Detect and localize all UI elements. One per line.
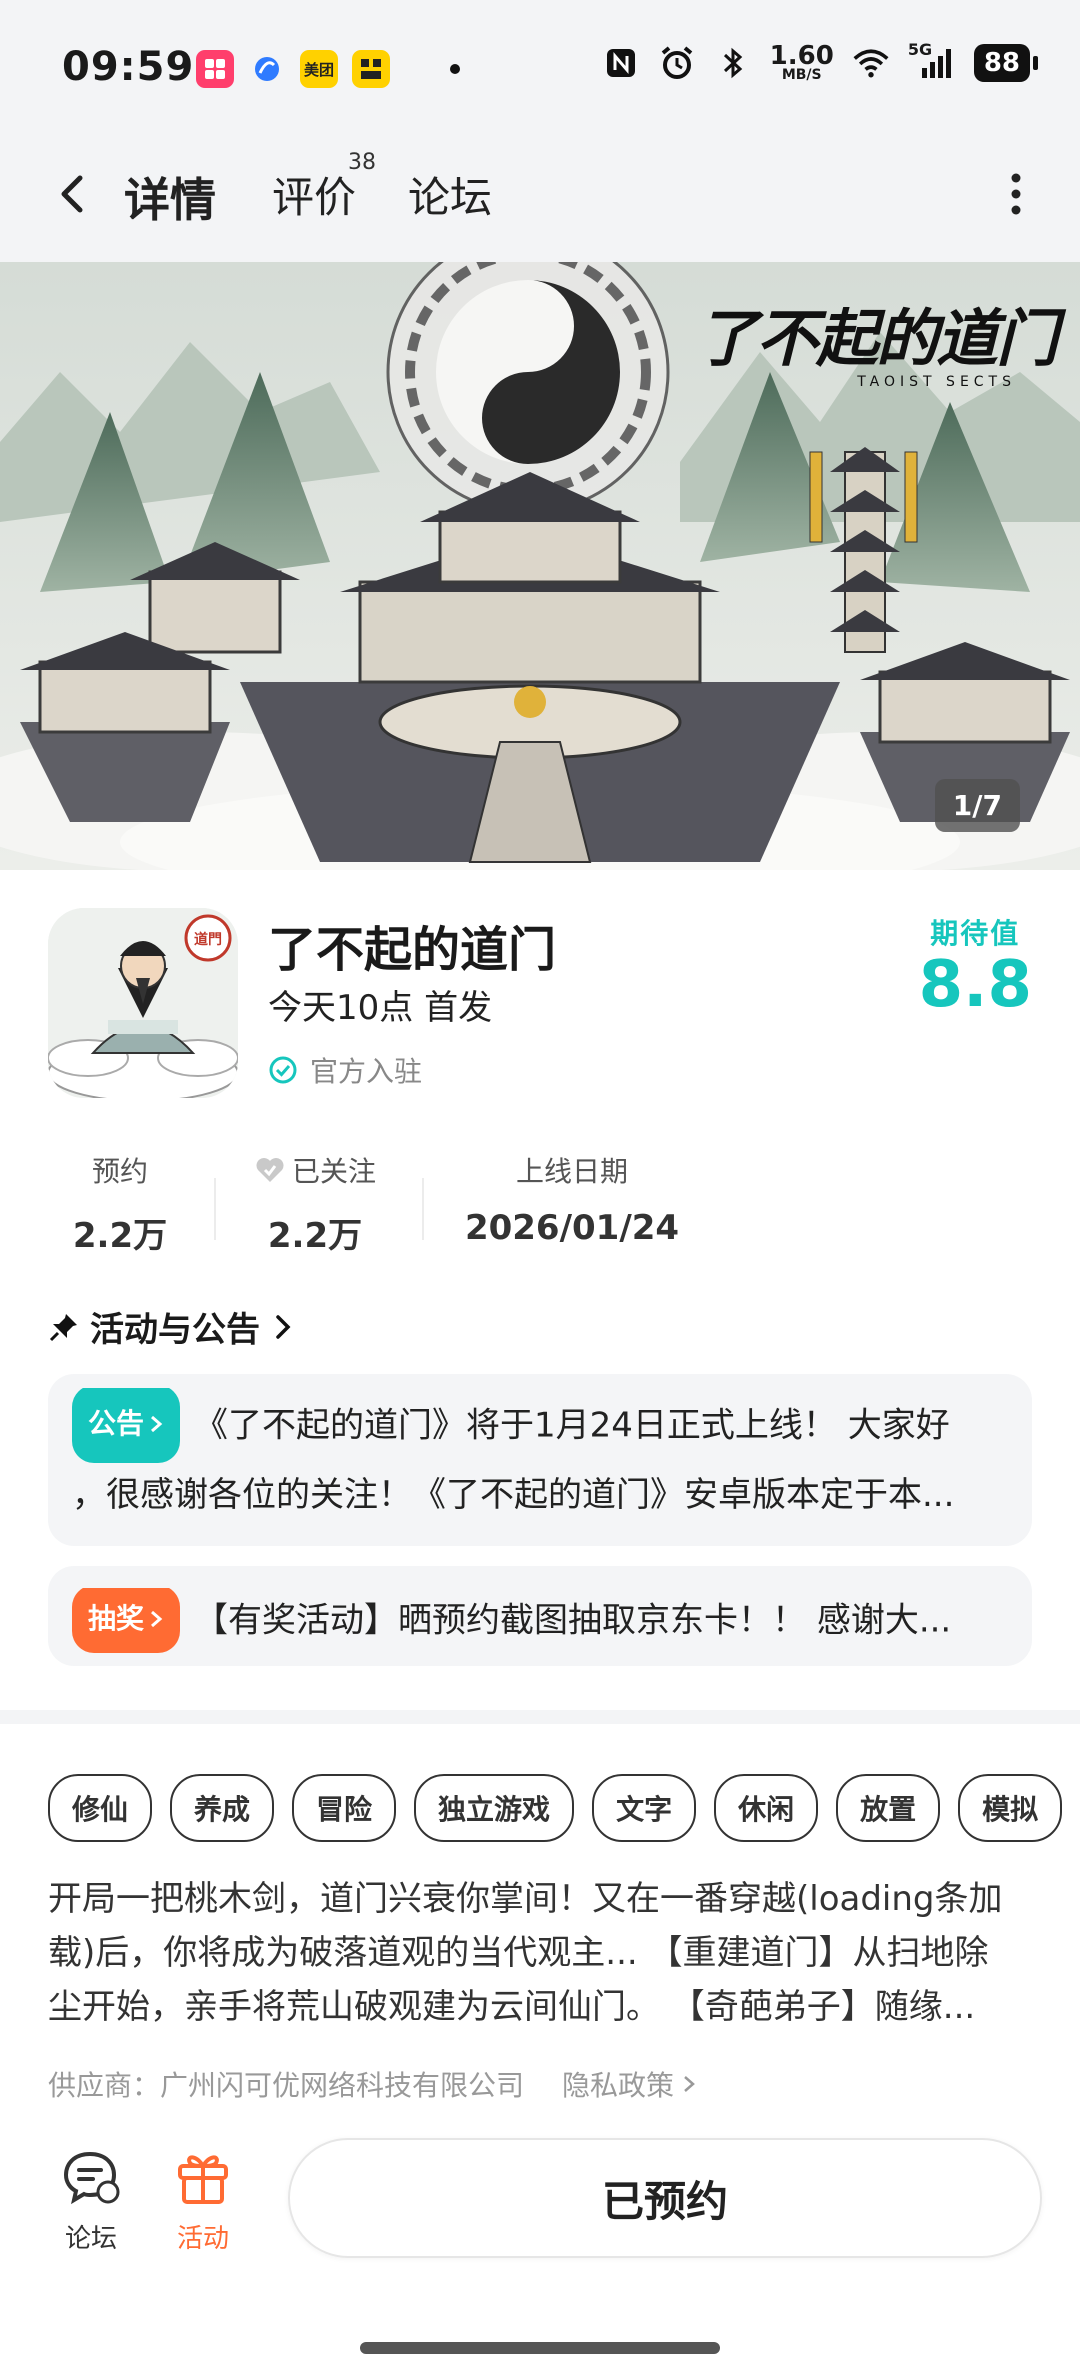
battery-indicator: 88 (973, 44, 1039, 82)
section-separator (0, 1710, 1080, 1724)
banner-game-logo: 了不起的道门 TAOIST SECTS (695, 302, 1058, 390)
status-indicators: 1.60 MB/S 5G 88 (602, 40, 1039, 83)
followed-heart-check-icon (256, 1158, 284, 1182)
game-banner-carousel[interactable]: 了不起的道门 TAOIST SECTS 1/7 (0, 262, 1080, 870)
lottery-card[interactable]: 抽奖 【有奖活动】晒预约截图抽取京东卡！！ 感谢大... (48, 1566, 1032, 1666)
chevron-right-icon (276, 1314, 291, 1339)
game-icon: 道門 (48, 908, 238, 1098)
tag-xiuxian[interactable]: 修仙 (48, 1774, 153, 1842)
reserved-button[interactable]: 已预约 (288, 2138, 1042, 2258)
tab-reviews[interactable]: 评价 38 (272, 150, 376, 225)
expectation-score: 期待值 8.8 (918, 917, 1032, 1022)
alarm-icon (658, 44, 696, 82)
chevron-right-icon (684, 2076, 695, 2092)
back-button[interactable] (46, 164, 106, 224)
back-arrow-icon (61, 175, 83, 213)
gift-icon (178, 2155, 228, 2204)
network-speed: 1.60 MB/S (769, 41, 834, 83)
announcement-text-line1: 《了不起的道门》将于1月24日正式上线！ 大家好 (194, 1405, 950, 1446)
announcement-card[interactable]: 公告 《了不起的道门》将于1月24日正式上线！ 大家好 ，很感谢各位的关注！《了… (48, 1374, 1032, 1546)
meituan-notification-icon: 美团 (300, 50, 338, 88)
status-bar: 09:59 美团 1.60 MB/S 5G 88 (0, 0, 1080, 140)
announcement-text-line2: ，很感谢各位的关注！《了不起的道门》安卓版本定于本... (72, 1475, 955, 1515)
supplier-text: 供应商：广州闪可优网络科技有限公司 (48, 2069, 525, 2102)
announcement-tag: 公告 (72, 1388, 181, 1463)
chevron-right-icon (151, 1415, 163, 1433)
wifi-icon (852, 44, 890, 82)
tab-details[interactable]: 详情 (120, 164, 220, 230)
game-description[interactable]: 开局一把桃木剑，道门兴衰你掌间！又在一番穿越(loading条加 载)后，你将成… (48, 1872, 1040, 2034)
lottery-text: 【有奖活动】晒预约截图抽取京东卡！！ 感谢大... (194, 1600, 952, 1641)
tag-adventure[interactable]: 冒险 (292, 1774, 397, 1842)
bluetooth-icon (714, 44, 752, 82)
stat-launch-date: 上线日期 2026/01/24 (464, 1155, 680, 1248)
app-notification-icon (196, 50, 234, 88)
game-title: 了不起的道门 (268, 922, 557, 978)
app-notification-icon-2 (352, 50, 390, 88)
chevron-right-icon (151, 1610, 163, 1628)
more-options-button[interactable] (1010, 170, 1022, 218)
nfc-icon (602, 44, 640, 82)
bottom-action-bar: 论坛 活动 已预约 (0, 2130, 1080, 2290)
genre-tags: 修仙 养成 冒险 独立游戏 文字 休闲 放置 模拟 (48, 1774, 1063, 1842)
verified-check-icon (269, 1056, 297, 1084)
tag-simulation[interactable]: 模拟 (958, 1774, 1063, 1842)
bottom-forum-button[interactable]: 论坛 (46, 2148, 136, 2255)
tag-indie[interactable]: 独立游戏 (414, 1774, 575, 1842)
game-icon-artwork: 道門 (48, 908, 238, 1098)
banner-page-counter: 1/7 (934, 779, 1020, 832)
bottom-activity-button[interactable]: 活动 (158, 2148, 248, 2255)
lottery-tag: 抽奖 (72, 1588, 181, 1653)
stat-reservations: 预约 2.2万 (72, 1155, 168, 1256)
official-badge: 官方入驻 (268, 1050, 422, 1090)
notification-dot-icon (450, 64, 460, 74)
privacy-policy-link[interactable]: 隐私政策 (562, 2064, 698, 2104)
svg-text:道門: 道門 (194, 931, 222, 948)
release-info: 今天10点 首发 (268, 988, 493, 1028)
home-indicator[interactable] (360, 2342, 720, 2354)
tab-forum[interactable]: 论坛 (408, 164, 492, 225)
game-detail-page: 09:59 美团 1.60 MB/S 5G 88 详情 评价 38 论坛 了不起… (0, 0, 1080, 2377)
reviews-count-badge: 38 (348, 150, 376, 175)
nav-header: 详情 评价 38 论坛 (0, 140, 1080, 262)
more-vertical-icon (1011, 173, 1021, 215)
tag-text[interactable]: 文字 (592, 1774, 697, 1842)
stat-divider (214, 1178, 216, 1240)
tag-casual[interactable]: 休闲 (714, 1774, 819, 1842)
pin-icon (49, 1313, 77, 1341)
tag-yangcheng[interactable]: 养成 (170, 1774, 275, 1842)
stat-followers[interactable]: 已关注 2.2万 (250, 1150, 380, 1257)
browser-notification-icon (248, 50, 286, 88)
tag-idle[interactable]: 放置 (836, 1774, 941, 1842)
status-app-icons: 美团 (196, 50, 390, 88)
cellular-signal-icon: 5G (908, 40, 956, 82)
forum-chat-icon (63, 2151, 120, 2205)
activities-section-header[interactable]: 活动与公告 (48, 1302, 296, 1351)
supplier-info: 供应商：广州闪可优网络科技有限公司 隐私政策 (48, 2064, 698, 2104)
stat-divider (422, 1178, 424, 1240)
status-time: 09:59 (62, 44, 195, 90)
